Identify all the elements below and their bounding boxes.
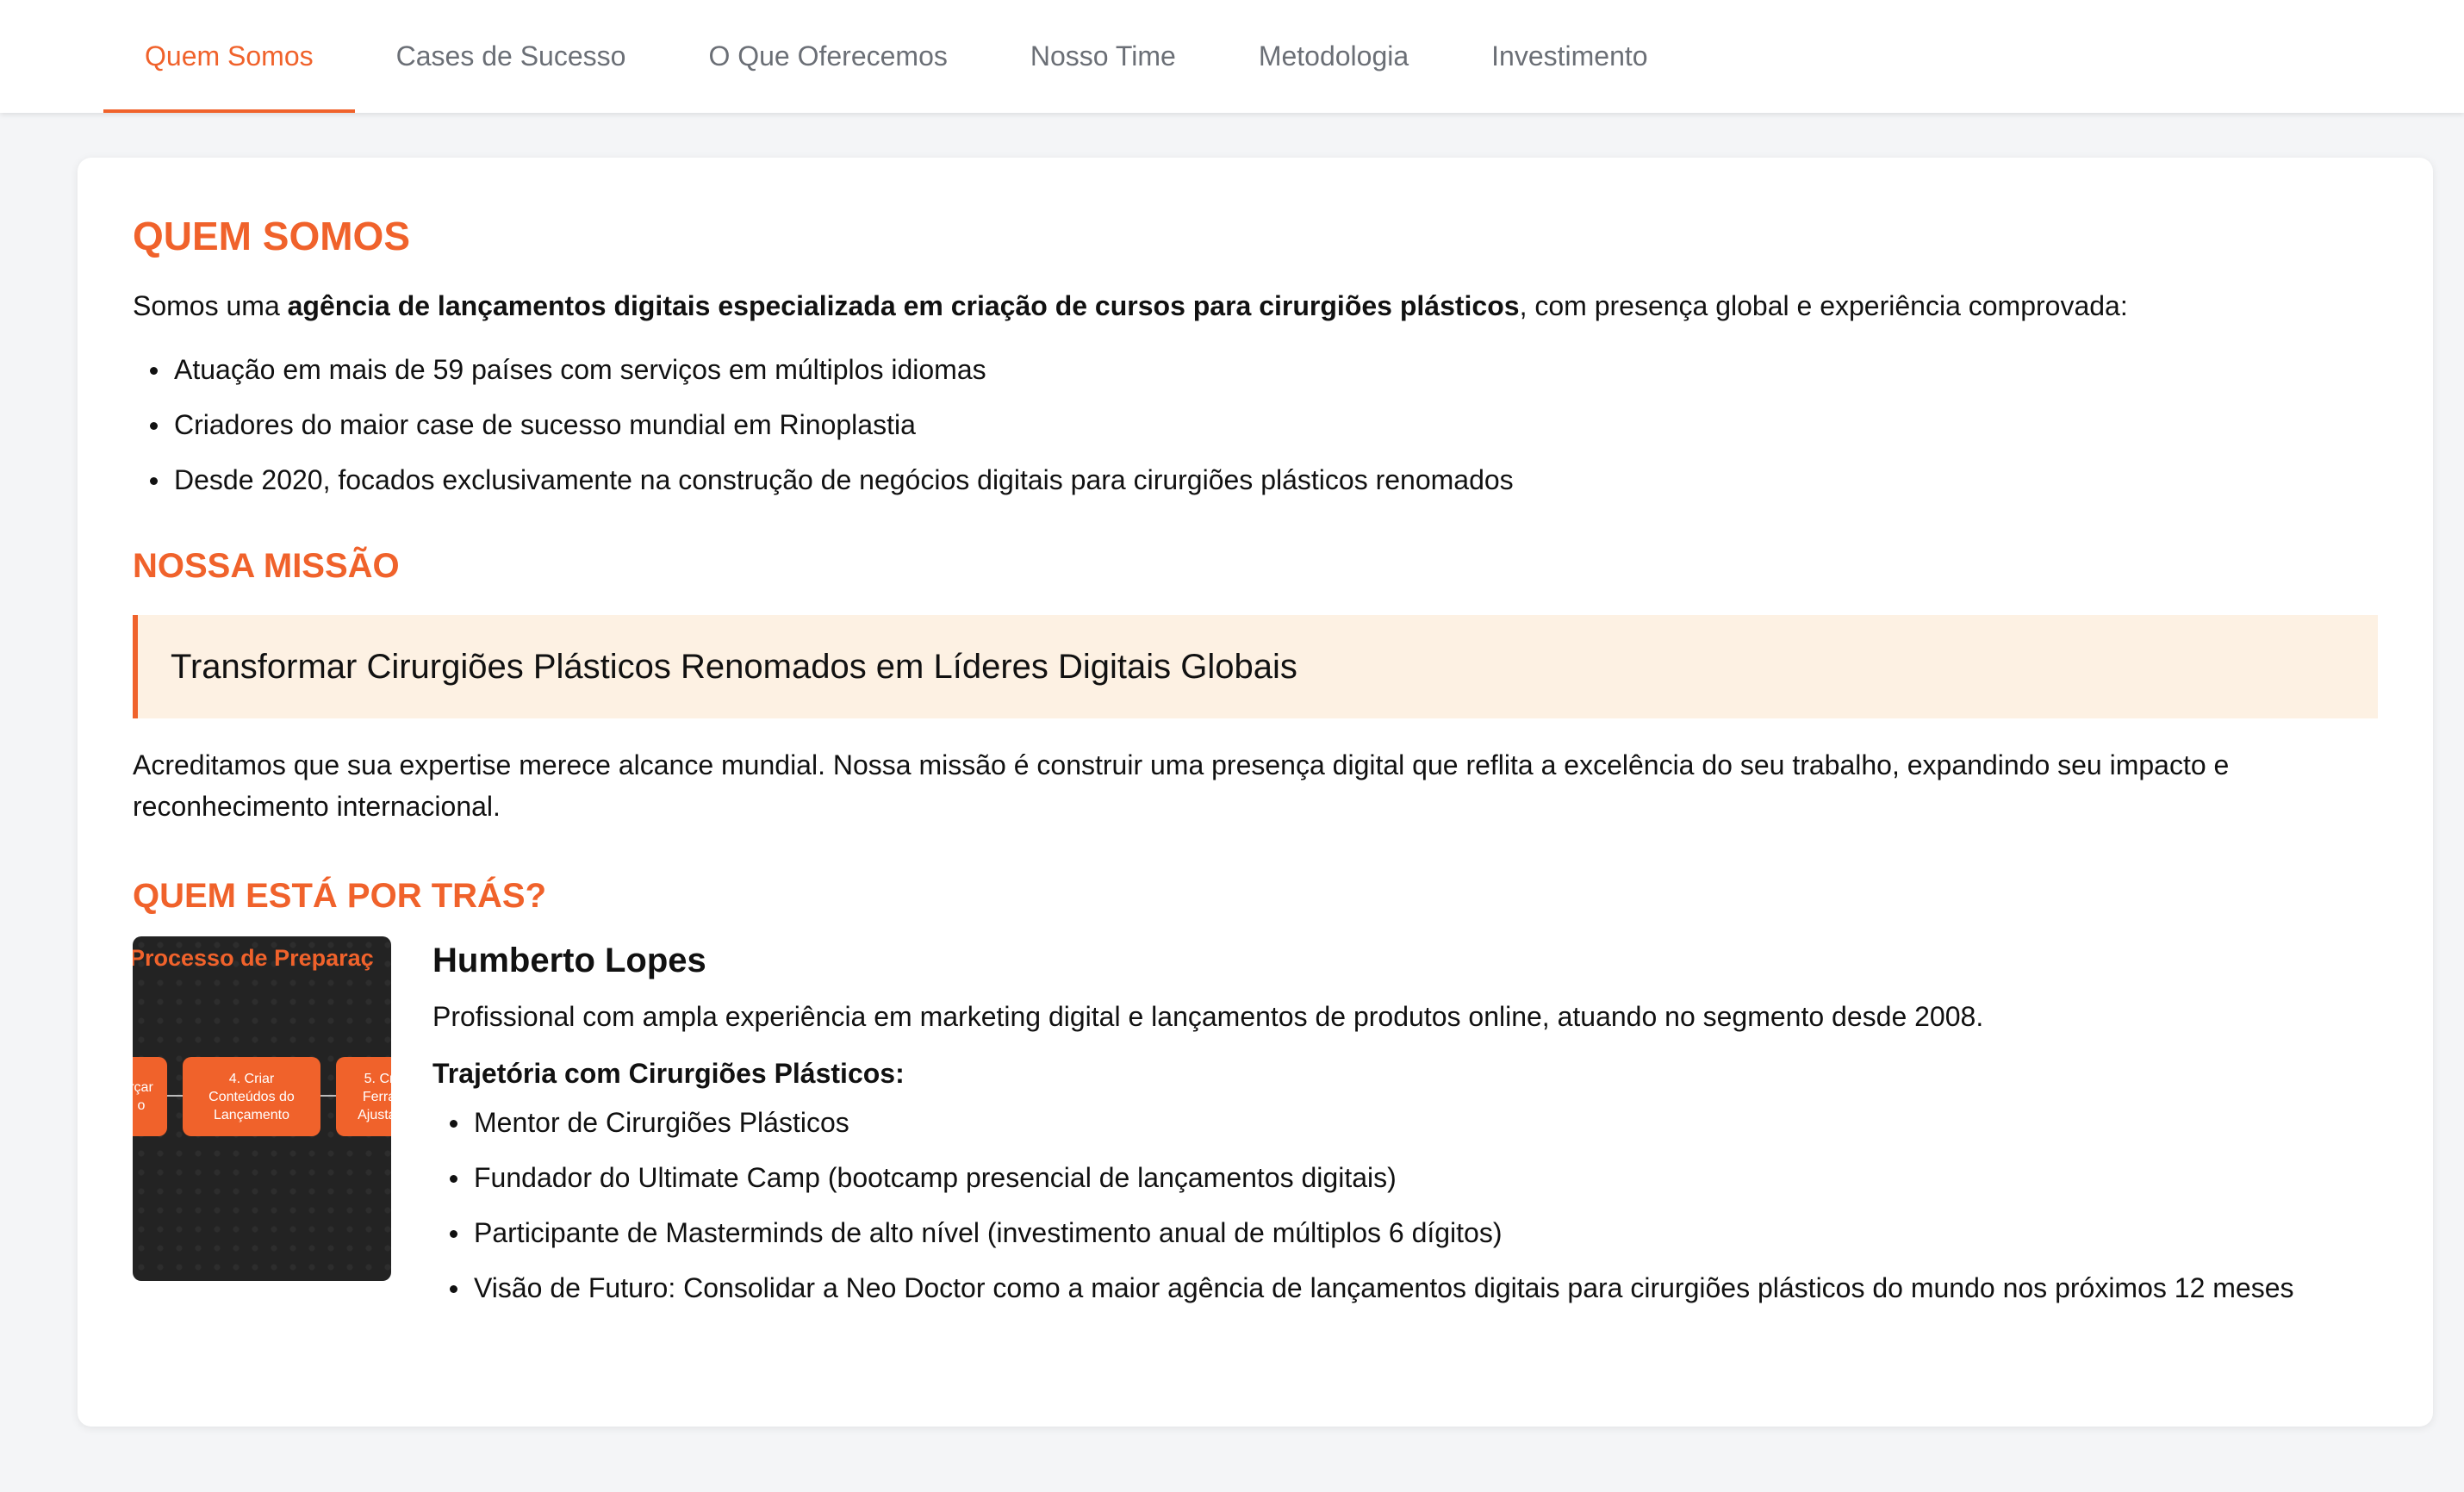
tab-investimento[interactable]: Investimento: [1450, 0, 1689, 113]
mission-statement: Transformar Cirurgiões Plásticos Renomad…: [133, 615, 2378, 718]
list-item: Participante de Masterminds de alto níve…: [432, 1205, 2294, 1260]
image-step-left-text: rçar o: [133, 1080, 153, 1113]
intro-prefix: Somos uma: [133, 290, 288, 321]
section-title-missao: NOSSA MISSÃO: [133, 547, 400, 585]
about-list: Atuação em mais de 59 países com serviço…: [133, 342, 2378, 507]
image-title: Processo de Preparaç: [133, 945, 374, 971]
image-arrow: [320, 1095, 338, 1097]
trajectory-list: Mentor de Cirurgiões Plásticos Fundador …: [432, 1095, 2294, 1315]
person-info: Humberto Lopes Profissional com ampla ex…: [432, 936, 2294, 1315]
list-item: Fundador do Ultimate Camp (bootcamp pres…: [432, 1150, 2294, 1205]
top-nav: Quem Somos Cases de Sucesso O Que Oferec…: [0, 0, 2464, 113]
list-item: Desde 2020, focados exclusivamente na co…: [133, 452, 2378, 507]
image-step-left: rçar o: [133, 1057, 167, 1136]
intro-highlight: agência de lançamentos digitais especial…: [287, 290, 1520, 321]
image-step-mid-text: 4. Criar Conteúdos do Lançamento: [208, 1071, 295, 1122]
tab-nosso-time[interactable]: Nosso Time: [989, 0, 1217, 113]
list-item: Visão de Futuro: Consolidar a Neo Doctor…: [432, 1260, 2294, 1315]
tab-quem-somos[interactable]: Quem Somos: [103, 0, 355, 113]
person-profile: Processo de Preparaç rçar o 4. Criar Con…: [133, 936, 2378, 1315]
mission-paragraph: Acreditamos que sua expertise merece alc…: [133, 749, 2230, 822]
tab-metodologia[interactable]: Metodologia: [1217, 0, 1450, 113]
process-image: Processo de Preparaç rçar o 4. Criar Con…: [133, 936, 391, 1281]
trajectory-title: Trajetória com Cirurgiões Plásticos:: [432, 1058, 905, 1089]
person-bio: Profissional com ampla experiência em ma…: [432, 1001, 1984, 1032]
section-title-quem-somos: QUEM SOMOS: [133, 214, 411, 258]
image-step-mid: 4. Criar Conteúdos do Lançamento: [183, 1057, 320, 1136]
image-step-right: 5. Cr Ferra Ajustar: [336, 1057, 391, 1136]
person-name: Humberto Lopes: [432, 942, 706, 979]
tab-o-que-oferecemos[interactable]: O Que Oferecemos: [667, 0, 988, 113]
section-title-quem-esta: QUEM ESTÁ POR TRÁS?: [133, 877, 547, 915]
list-item: Mentor de Cirurgiões Plásticos: [432, 1095, 2294, 1150]
list-item: Atuação em mais de 59 países com serviço…: [133, 342, 2378, 397]
intro-suffix: , com presença global e experiência comp…: [1519, 290, 2128, 321]
image-step-right-text: 5. Cr Ferra Ajustar: [358, 1071, 391, 1122]
list-item: Criadores do maior case de sucesso mundi…: [133, 397, 2378, 452]
image-arrow: [167, 1095, 184, 1097]
content-card: QUEM SOMOS Somos uma agência de lançamen…: [78, 158, 2433, 1427]
intro-paragraph: Somos uma agência de lançamentos digitai…: [133, 285, 2378, 326]
tab-cases-de-sucesso[interactable]: Cases de Sucesso: [355, 0, 668, 113]
